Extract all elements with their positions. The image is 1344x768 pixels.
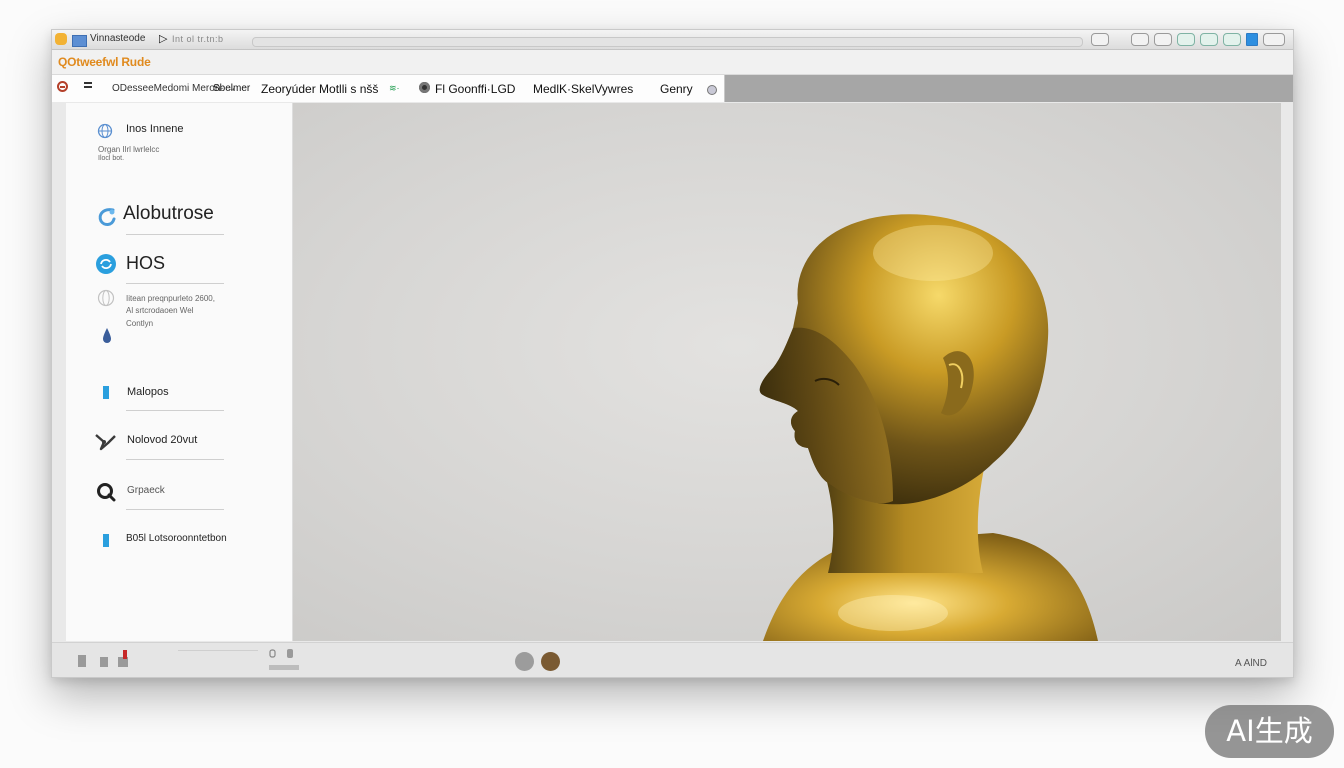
sidebar-item-sublabel: Ilocl bot. [98, 155, 125, 162]
sidebar-item-description: Contlyn [126, 319, 154, 328]
refresh-button[interactable] [1223, 33, 1241, 46]
sidebar-toggle-button[interactable] [1246, 33, 1258, 46]
app-window: Vinnasteode ▷ Int ol tr.tn:b QOtweefwl R… [51, 29, 1294, 678]
nav-item-4[interactable]: MedlK·SkelVywres [533, 82, 633, 96]
sidebar-item-label[interactable]: Nolovod 20vut [127, 434, 197, 446]
divider [126, 283, 224, 284]
nav-strip: ODesseeMedomi Meron· → Sbelmer Zeoryúder… [52, 75, 725, 102]
sidebar-item-label[interactable]: Malopos [127, 386, 169, 398]
lock-icon[interactable] [267, 647, 301, 675]
divider [126, 234, 224, 235]
title-bar: Vinnasteode ▷ Int ol tr.tn:b [52, 30, 1293, 50]
sidebar-item-label[interactable]: Inos Innene [126, 123, 184, 135]
color-swatch-brown[interactable] [541, 652, 560, 671]
zoom-label[interactable]: A AlND [1235, 658, 1267, 669]
sidebar-item-label[interactable]: B05l Lotsoroonntetbon [126, 533, 227, 544]
maximize-button[interactable] [1177, 33, 1195, 46]
nav-item-5[interactable]: Genry [660, 82, 693, 96]
sidebar: Inos Innene Organ Ilrl lwrlelcc Ilocl bo… [66, 103, 293, 641]
sidebar-item-label[interactable]: HOS [126, 253, 165, 274]
rect-icon [103, 534, 109, 547]
menu-icon[interactable] [84, 82, 92, 88]
restore-button[interactable] [1154, 33, 1172, 46]
nav-item-1[interactable]: Sbelmer [213, 83, 250, 94]
drop-icon[interactable] [102, 327, 112, 343]
app-title: QOtweefwl Rude [58, 55, 151, 69]
pen-tool-icon [95, 434, 116, 451]
color-swatch-gray[interactable] [515, 652, 534, 671]
status-dot[interactable] [707, 85, 717, 95]
tab-favicon-icon [72, 35, 87, 47]
globe-icon [97, 123, 113, 139]
window-menu-button[interactable] [55, 33, 67, 45]
tab-secondary[interactable]: Int ol tr.tn:b [172, 34, 224, 44]
ai-watermark-badge: AI生成 [1205, 705, 1334, 758]
sidebar-item-label[interactable]: Grpaeck [127, 485, 165, 496]
globe-outline-icon [97, 289, 115, 307]
window-controls [1091, 33, 1285, 46]
nav-item-3[interactable]: Fl Goonffi·LGD [435, 82, 515, 96]
play-icon[interactable]: ▷ [159, 32, 167, 45]
close-button[interactable] [1263, 33, 1285, 46]
search-icon [97, 483, 116, 502]
sync-icon [96, 254, 116, 274]
divider [126, 410, 224, 411]
gold-head-sculpture [759, 214, 1098, 641]
sidebar-item-description: Al srtcrodaoen Wel [126, 306, 194, 315]
back-icon[interactable] [57, 81, 68, 92]
sidebar-item-description: Iitean preqnpurleto 2600, [126, 294, 215, 303]
app-header: QOtweefwl Rude [52, 50, 1293, 75]
image-canvas[interactable] [293, 103, 1281, 641]
address-bar[interactable] [252, 37, 1083, 47]
sidebar-item-label[interactable]: Alobutrose [123, 203, 214, 225]
nav-indicator: ≋· [389, 83, 400, 93]
nav-bar: ODesseeMedomi Meron· → Sbelmer Zeoryúder… [52, 75, 1293, 102]
divider [178, 650, 258, 651]
tab-title[interactable]: Vinnasteode [90, 33, 145, 44]
status-bar: A AlND [52, 642, 1293, 677]
print-icon[interactable] [1091, 33, 1109, 46]
nav-item-2[interactable]: Zeoryúder Motlli s nšš [261, 82, 378, 96]
divider [126, 459, 224, 460]
sync-button[interactable] [1200, 33, 1218, 46]
minimize-button[interactable] [1131, 33, 1149, 46]
rect-icon [103, 386, 109, 399]
swirl-icon [98, 208, 116, 226]
settings-icon[interactable] [419, 82, 430, 93]
divider [126, 509, 224, 510]
toolbar-icons[interactable] [76, 649, 136, 671]
